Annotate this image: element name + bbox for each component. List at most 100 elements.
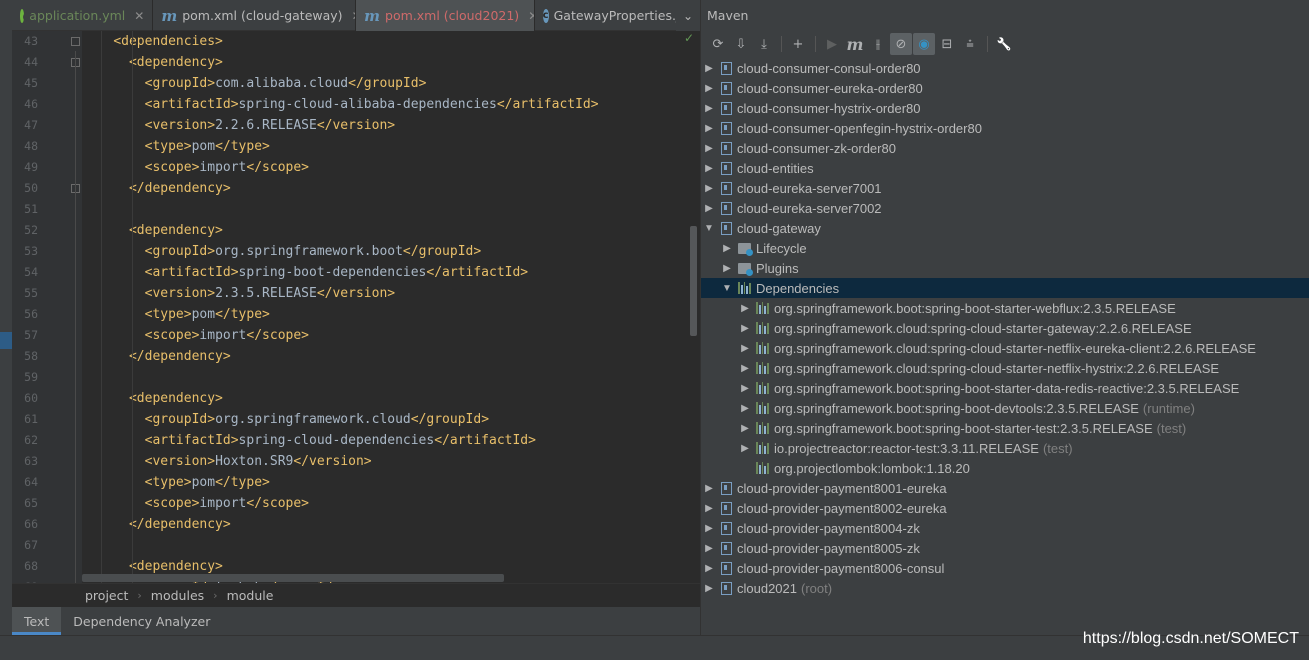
collapse-all-icon[interactable]: ⊟: [936, 33, 958, 55]
breadcrumb-item[interactable]: module: [227, 588, 274, 603]
collapse-arrow-icon[interactable]: ▼: [721, 283, 733, 294]
module-node[interactable]: ▶ cloud-consumer-eureka-order80: [701, 78, 1309, 98]
watermark: https://blog.csdn.net/SOMECT: [1082, 630, 1299, 647]
module-node[interactable]: ▶ cloud-provider-payment8002-eureka: [701, 498, 1309, 518]
dependency-node[interactable]: ▶ io.projectreactor:reactor-test:3.3.11.R…: [701, 438, 1309, 458]
xml-tag: <type>: [144, 474, 192, 490]
download-icon[interactable]: ⤓: [753, 33, 775, 55]
dependency-node[interactable]: ▶ org.springframework.boot:spring-boot-st…: [701, 298, 1309, 318]
toggle-offline-icon[interactable]: ⫲: [867, 33, 889, 55]
code-editor[interactable]: <dependencies> <dependency> <groupId>com.a…: [82, 31, 688, 583]
dependency-node[interactable]: ▶ org.springframework.boot:spring-boot-st…: [701, 418, 1309, 438]
line-number: 55: [24, 285, 38, 300]
collapse-arrow-icon[interactable]: ▼: [703, 223, 715, 234]
module-node[interactable]: ▶ cloud-provider-payment8005-zk: [701, 538, 1309, 558]
tab-pom-cloud-gateway[interactable]: m pom.xml (cloud-gateway) ✕: [153, 0, 357, 31]
chevron-down-icon[interactable]: ⌄: [676, 0, 700, 31]
expand-arrow-icon[interactable]: ▶: [703, 143, 715, 154]
code-line: <type>pom</type>: [145, 304, 270, 325]
expand-arrow-icon[interactable]: ▶: [739, 343, 751, 354]
expand-arrow-icon[interactable]: ▶: [739, 403, 751, 414]
module-node[interactable]: ▶ cloud-provider-payment8006-consul: [701, 558, 1309, 578]
module-node[interactable]: ▶ cloud-consumer-hystrix-order80: [701, 98, 1309, 118]
fold-marker-icon[interactable]: [71, 36, 80, 46]
module-node[interactable]: ▶ cloud-consumer-consul-order80: [701, 58, 1309, 78]
expand-arrow-icon[interactable]: ▶: [703, 523, 715, 534]
scroll-thumb[interactable]: [690, 226, 697, 336]
code-line: <artifactId>spring-cloud-dependencies</a…: [145, 430, 536, 451]
module-node[interactable]: ▶ cloud-eureka-server7001: [701, 178, 1309, 198]
close-icon[interactable]: ✕: [134, 9, 144, 23]
tree-node[interactable]: ▶ Plugins: [701, 258, 1309, 278]
skip-tests-icon[interactable]: ⊘: [890, 33, 912, 55]
module-node[interactable]: ▼ cloud-gateway: [701, 218, 1309, 238]
xml-tag: </type>: [215, 474, 270, 490]
generate-sources-icon[interactable]: ⇩: [730, 33, 752, 55]
tab-pom-cloud2021[interactable]: m pom.xml (cloud2021) ✕: [356, 0, 535, 31]
expand-arrow-icon[interactable]: ▶: [703, 163, 715, 174]
run-icon[interactable]: ▶: [821, 33, 843, 55]
expand-arrow-icon[interactable]: ▶: [703, 543, 715, 554]
module-node[interactable]: ▶ cloud-eureka-server7002: [701, 198, 1309, 218]
tree-node-label: cloud-eureka-server7001: [737, 180, 882, 196]
tree-node-label: cloud-provider-payment8001-eureka: [737, 480, 947, 496]
expand-arrow-icon[interactable]: ▶: [721, 263, 733, 274]
module-node[interactable]: ▶ cloud-consumer-openfegin-hystrix-order8…: [701, 118, 1309, 138]
expand-arrow-icon[interactable]: ▶: [739, 383, 751, 394]
module-node[interactable]: ▶ cloud-provider-payment8001-eureka: [701, 478, 1309, 498]
dependency-node[interactable]: ▶ org.springframework.cloud:spring-cloud-…: [701, 338, 1309, 358]
maven-module-icon: [721, 481, 732, 495]
tab-text[interactable]: Text: [12, 607, 62, 635]
expand-arrow-icon[interactable]: ▶: [703, 503, 715, 514]
dependency-node[interactable]: ▶ org.springframework.cloud:spring-cloud-…: [701, 358, 1309, 378]
module-node[interactable]: ▶ cloud-provider-payment8004-zk: [701, 518, 1309, 538]
dependency-node[interactable]: ▶ org.springframework.boot:spring-boot-de…: [701, 398, 1309, 418]
module-node[interactable]: ▶ cloud2021 (root): [701, 578, 1309, 598]
tree-node[interactable]: ▼ Dependencies: [701, 278, 1309, 298]
scope-label: (root): [801, 580, 833, 596]
expand-arrow-icon[interactable]: ▶: [703, 123, 715, 134]
xml-text: pom: [191, 474, 216, 490]
expand-arrow-icon[interactable]: ▶: [703, 63, 715, 74]
settings-wrench-icon[interactable]: 🔧: [993, 33, 1015, 55]
dependency-node[interactable]: org.projectlombok:lombok:1.18.20: [701, 458, 1309, 478]
vertical-scrollbar[interactable]: [688, 31, 700, 583]
xml-text: import: [199, 495, 247, 511]
inspection-ok-icon[interactable]: ✓: [684, 31, 694, 45]
tab-application-yml[interactable]: application.yml ✕: [12, 0, 154, 31]
expand-arrow-icon[interactable]: ▶: [739, 303, 751, 314]
code-line: <type>pom</type>: [145, 472, 270, 493]
reload-icon[interactable]: ⟳: [707, 33, 729, 55]
expand-arrow-icon[interactable]: ▶: [703, 583, 715, 594]
breadcrumb-item[interactable]: modules: [151, 588, 204, 603]
tree-node[interactable]: ▶ Lifecycle: [701, 238, 1309, 258]
module-node[interactable]: ▶ cloud-entities: [701, 158, 1309, 178]
tree-node-label: org.springframework.cloud:spring-cloud-s…: [774, 340, 1256, 356]
maven-project-tree[interactable]: ▶ cloud-consumer-consul-order80 ▶ cloud-con…: [701, 58, 1309, 618]
breadcrumb-item[interactable]: project: [85, 588, 128, 603]
expand-arrow-icon[interactable]: ▶: [739, 443, 751, 454]
expand-arrow-icon[interactable]: ▶: [739, 423, 751, 434]
horizontal-scrollbar[interactable]: [82, 574, 504, 582]
dependency-node[interactable]: ▶ org.springframework.cloud:spring-cloud-…: [701, 318, 1309, 338]
expand-arrow-icon[interactable]: ▶: [703, 183, 715, 194]
line-number: 68: [24, 558, 38, 573]
expand-arrow-icon[interactable]: ▶: [721, 243, 733, 254]
tree-node-label: cloud-consumer-hystrix-order80: [737, 100, 921, 116]
expand-arrow-icon[interactable]: ▶: [703, 563, 715, 574]
tab-dependency-analyzer[interactable]: Dependency Analyzer: [61, 607, 222, 635]
module-node[interactable]: ▶ cloud-consumer-zk-order80: [701, 138, 1309, 158]
add-icon[interactable]: +: [787, 33, 809, 55]
dependency-node[interactable]: ▶ org.springframework.boot:spring-boot-st…: [701, 378, 1309, 398]
line-number: 57: [24, 327, 38, 342]
show-dependencies-icon[interactable]: ◉: [913, 33, 935, 55]
expand-arrow-icon[interactable]: ▶: [703, 103, 715, 114]
maven-goal-icon[interactable]: m: [844, 33, 866, 55]
expand-all-icon[interactable]: ⩮: [959, 33, 981, 55]
expand-arrow-icon[interactable]: ▶: [703, 483, 715, 494]
expand-arrow-icon[interactable]: ▶: [739, 323, 751, 334]
expand-arrow-icon[interactable]: ▶: [739, 363, 751, 374]
xml-tag: <dependency>: [128, 54, 223, 70]
expand-arrow-icon[interactable]: ▶: [703, 203, 715, 214]
expand-arrow-icon[interactable]: ▶: [703, 83, 715, 94]
